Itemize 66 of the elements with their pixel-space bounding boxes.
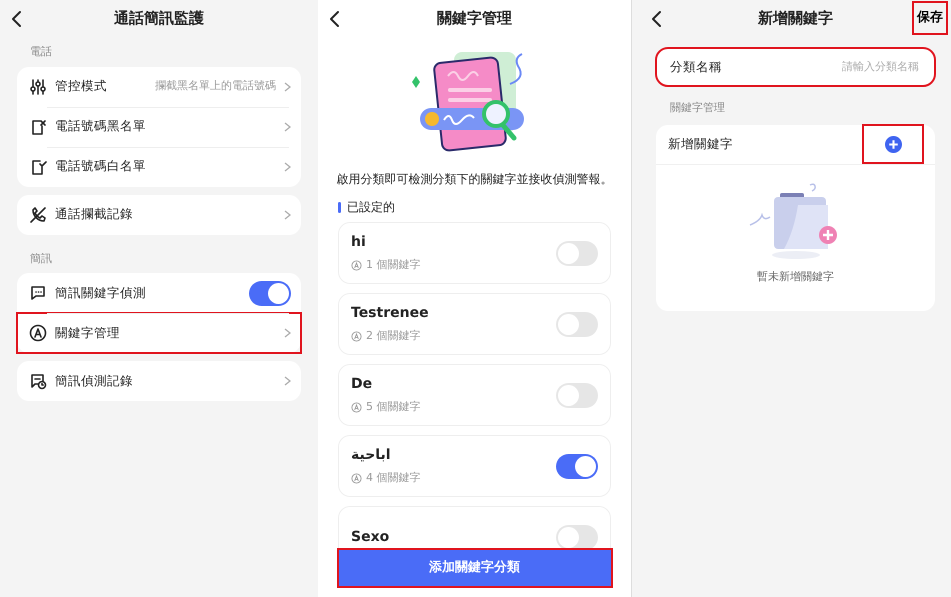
row-label: 管控模式 — [55, 77, 108, 96]
letter-a-icon — [351, 260, 362, 271]
add-keyword-button[interactable] — [863, 125, 923, 163]
keyword-count: 4 個關鍵字 — [366, 470, 420, 486]
back-button[interactable] — [650, 9, 664, 27]
screen-title: 通話簡訊監護 — [114, 8, 204, 29]
chevron-icon — [284, 122, 291, 132]
message-log-icon — [29, 372, 47, 390]
category-name: Sexo — [351, 528, 390, 546]
back-button[interactable] — [328, 9, 342, 27]
letter-a-icon — [351, 473, 362, 484]
category-name: Testrenee — [351, 304, 430, 324]
letter-a-icon — [351, 402, 362, 413]
field-label: 分類名稱 — [670, 58, 723, 76]
letter-a-icon — [29, 324, 47, 342]
plus-icon — [884, 136, 902, 152]
add-keyword-label: 新增關鍵字 — [668, 134, 734, 153]
empty-state-text: 暫未新增關鍵字 — [756, 268, 835, 284]
row-label: 簡訊關鍵字偵測 — [55, 284, 147, 302]
toggle-switch[interactable] — [556, 524, 598, 548]
section-marker — [338, 202, 341, 212]
toggle-switch[interactable] — [249, 280, 291, 306]
save-button[interactable]: 保存 — [913, 2, 947, 34]
allowed-list-icon — [29, 158, 47, 176]
keyword-count: 1 個關鍵字 — [366, 257, 420, 274]
description-text: 啟用分類即可檢測分類下的關鍵字並接收偵測警報。 — [336, 171, 614, 188]
keyword-count: 5 個關鍵字 — [366, 399, 420, 416]
row-label: 通話攔截記錄 — [55, 205, 134, 224]
screen-title: 關鍵字管理 — [437, 8, 512, 29]
toggle-switch[interactable] — [556, 312, 598, 336]
section-heading: 關鍵字管理 — [669, 100, 726, 116]
toggle-switch[interactable] — [556, 382, 598, 408]
highlighted-settings-row[interactable]: 關鍵字管理 — [17, 313, 301, 353]
section-heading: 電話 — [29, 44, 53, 60]
chevron-icon — [284, 328, 291, 338]
settings-row[interactable]: 電話號碼白名單 — [17, 146, 301, 186]
settings-row[interactable]: 通話攔截記錄 — [17, 194, 301, 234]
category-name: hi — [351, 233, 367, 252]
blocked-call-icon — [29, 206, 47, 224]
row-label: 電話號碼白名單 — [55, 157, 147, 176]
toggle-switch[interactable] — [556, 454, 598, 478]
settings-row[interactable]: 簡訊偵測記錄 — [17, 361, 301, 401]
blocked-list-icon — [29, 118, 47, 136]
sliders-icon — [29, 78, 47, 96]
add-category-button[interactable]: 添加關鍵字分類 — [338, 550, 610, 586]
row-label: 關鍵字管理 — [55, 324, 121, 342]
row-label: 電話號碼黑名單 — [55, 117, 147, 136]
toggle-switch[interactable] — [556, 240, 598, 266]
section-label: 已設定的 — [347, 199, 395, 216]
letter-a-icon — [351, 331, 362, 342]
settings-row[interactable]: 管控模式 攔截黑名單上的電話號碼 — [17, 66, 301, 106]
row-label: 簡訊偵測記錄 — [55, 372, 134, 390]
section-heading: 簡訊 — [29, 250, 53, 266]
row-value: 攔截黑名單上的電話號碼 — [155, 78, 276, 94]
chevron-icon — [284, 210, 291, 220]
category-name: اباحية — [351, 446, 392, 466]
chevron-icon — [284, 162, 291, 172]
screen-title: 新增關鍵字 — [758, 8, 833, 29]
chevron-icon — [284, 376, 291, 386]
chevron-icon — [284, 82, 291, 92]
settings-row[interactable]: 電話號碼黑名單 — [17, 106, 301, 146]
settings-row[interactable]: 簡訊關鍵字偵測 — [17, 273, 301, 313]
back-button[interactable] — [10, 9, 24, 27]
category-name: De — [351, 375, 374, 394]
message-icon — [29, 284, 47, 302]
keyword-count: 2 個關鍵字 — [366, 328, 420, 344]
